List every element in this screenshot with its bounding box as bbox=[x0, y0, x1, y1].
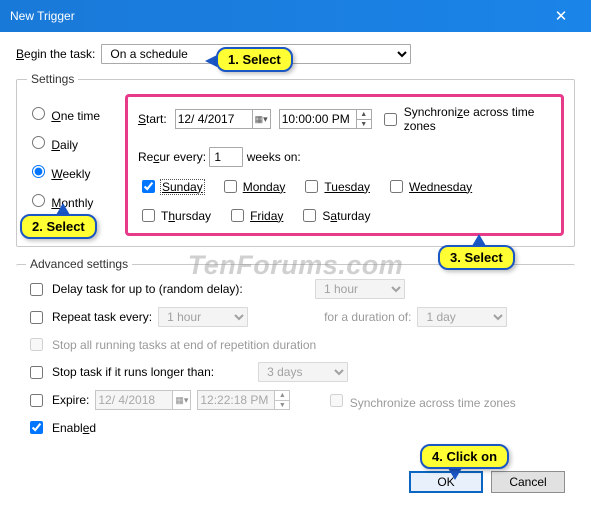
recur-weeks-input[interactable] bbox=[209, 147, 243, 167]
duration-label: for a duration of: bbox=[324, 310, 411, 324]
day-saturday[interactable]: Saturday bbox=[299, 206, 370, 225]
radio-daily[interactable]: Daily bbox=[27, 133, 115, 152]
schedule-detail-panel: Start: ▦▾ ▲▼ Synchronize across time zon… bbox=[125, 94, 564, 236]
sync-timezone-checkbox[interactable]: Synchronize across time zones bbox=[380, 105, 551, 133]
start-date-input[interactable] bbox=[176, 110, 252, 128]
day-wednesday[interactable]: Wednesday bbox=[386, 177, 472, 196]
days-of-week: Sunday Monday Tuesday Wednesday bbox=[138, 177, 551, 196]
expire-sync-checkbox bbox=[330, 394, 343, 407]
day-tuesday[interactable]: Tuesday bbox=[301, 177, 370, 196]
days-of-week-2: Thursday Friday Saturday bbox=[138, 206, 551, 225]
callout-2: 2. Select bbox=[20, 214, 97, 239]
spinner-up-icon[interactable]: ▲ bbox=[357, 110, 371, 119]
window-title: New Trigger bbox=[10, 9, 541, 23]
radio-monthly[interactable]: Monthly bbox=[27, 191, 115, 210]
button-bar: OK Cancel bbox=[16, 465, 575, 495]
close-icon[interactable]: ✕ bbox=[541, 0, 581, 32]
day-thursday[interactable]: Thursday bbox=[138, 206, 211, 225]
stop-running-row: Stop all running tasks at end of repetit… bbox=[26, 335, 565, 354]
start-date-picker[interactable]: ▦▾ bbox=[175, 109, 271, 129]
expire-row[interactable]: Expire: ▦▾ ▲▼ Synchronize across time zo… bbox=[26, 390, 565, 410]
radio-onetime[interactable]: One time bbox=[27, 104, 115, 123]
expire-time-picker: ▲▼ bbox=[197, 390, 290, 410]
day-sunday[interactable]: Sunday bbox=[138, 177, 204, 196]
start-label: Start: bbox=[138, 112, 167, 126]
start-time-picker[interactable]: ▲▼ bbox=[279, 109, 372, 129]
recur-label-a: Recur every: bbox=[138, 150, 206, 164]
radio-weekly[interactable]: Weekly bbox=[27, 162, 115, 181]
day-friday[interactable]: Friday bbox=[227, 206, 283, 225]
cancel-button[interactable]: Cancel bbox=[491, 471, 565, 493]
duration-select: 1 day bbox=[417, 307, 507, 327]
calendar-icon[interactable]: ▦▾ bbox=[252, 110, 270, 128]
day-monday[interactable]: Monday bbox=[220, 177, 286, 196]
callout-4: 4. Click on bbox=[420, 444, 509, 469]
stop-if-row[interactable]: Stop task if it runs longer than: 3 days bbox=[26, 362, 565, 382]
recur-row: Recur every: weeks on: bbox=[138, 147, 551, 167]
calendar-icon: ▦▾ bbox=[172, 391, 190, 409]
callout-3: 3. Select bbox=[438, 245, 515, 270]
start-time-input[interactable] bbox=[280, 110, 356, 128]
begin-task-label: Begin the task: bbox=[16, 47, 95, 61]
advanced-fieldset: Advanced settings Delay task for up to (… bbox=[16, 257, 575, 455]
enabled-row[interactable]: Enabled bbox=[26, 418, 565, 437]
advanced-legend: Advanced settings bbox=[26, 257, 132, 271]
stop-if-select: 3 days bbox=[258, 362, 348, 382]
spinner-down-icon[interactable]: ▼ bbox=[357, 119, 371, 128]
ok-button[interactable]: OK bbox=[409, 471, 483, 493]
delay-row[interactable]: Delay task for up to (random delay): 1 h… bbox=[26, 279, 565, 299]
expire-date-picker: ▦▾ bbox=[95, 390, 191, 410]
repeat-row[interactable]: Repeat task every: 1 hour for a duration… bbox=[26, 307, 565, 327]
settings-fieldset: Settings One time Daily Weekly Monthly S… bbox=[16, 72, 575, 247]
titlebar: New Trigger ✕ bbox=[0, 0, 591, 32]
delay-select: 1 hour bbox=[315, 279, 405, 299]
begin-task-row: Begin the task: On a schedule bbox=[16, 44, 575, 64]
settings-legend: Settings bbox=[27, 72, 78, 86]
callout-1: 1. Select bbox=[216, 47, 293, 72]
repeat-select: 1 hour bbox=[158, 307, 248, 327]
recur-label-b: weeks on: bbox=[247, 150, 301, 164]
